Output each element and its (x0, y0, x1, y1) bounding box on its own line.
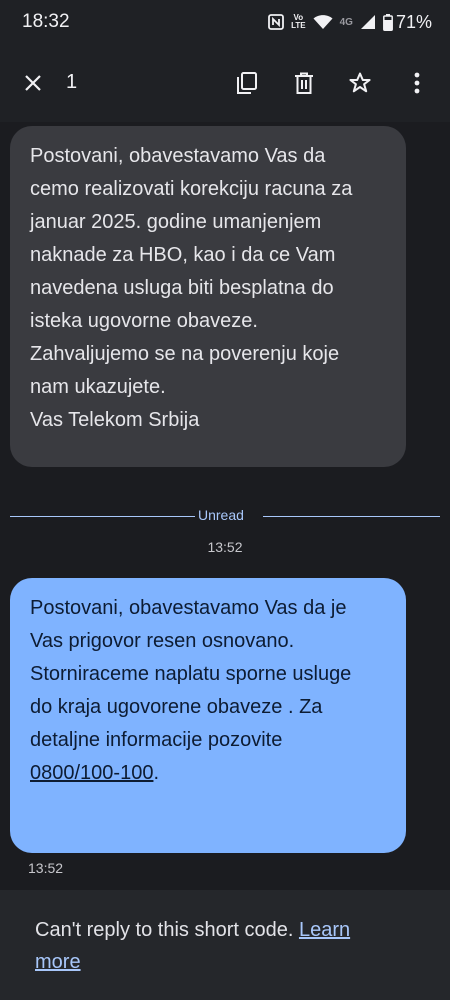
learn-more-link-part1[interactable]: Learn (299, 919, 350, 941)
signal-icon (360, 14, 376, 30)
message-line: cemo realizovati korekciju racuna za (30, 178, 353, 200)
message-line: nam ukazujete. (30, 376, 166, 398)
reply-unavailable-banner: Can't reply to this short code. Learn mo… (0, 890, 450, 1000)
message-line: Postovani, obavestavamo Vas da (30, 145, 326, 167)
divider-line-left (10, 516, 195, 517)
incoming-message-bubble[interactable]: Postovani, obavestavamo Vas da cemo real… (10, 126, 406, 467)
copy-icon[interactable] (232, 68, 262, 98)
message-line: Storniraceme naplatu sporne usluge (30, 663, 352, 685)
message-line: navedena usluga biti besplatna do (30, 277, 334, 299)
message-line-phone: 0800/100-100. (30, 757, 386, 790)
close-icon[interactable] (18, 68, 48, 98)
reply-unavailable-text: Can't reply to this short code. (35, 919, 299, 941)
selection-toolbar: 1 (0, 44, 450, 122)
delete-icon[interactable] (289, 68, 319, 98)
message-timestamp: 13:52 (207, 539, 243, 555)
network-type-label: 4G (339, 16, 353, 28)
message-line: Vas prigovor resen osnovano. (30, 630, 295, 652)
conversation-area[interactable]: Postovani, obavestavamo Vas da cemo real… (0, 122, 450, 890)
learn-more-link-part2[interactable]: more (35, 951, 81, 973)
message-line: detaljne informacije pozovite (30, 729, 283, 751)
wifi-icon (313, 14, 333, 30)
status-icons: Vo LTE 4G 71% (268, 12, 432, 32)
star-icon[interactable] (345, 68, 375, 98)
divider-line-right (263, 516, 440, 517)
selected-message-bubble[interactable]: Postovani, obavestavamo Vas da je Vas pr… (10, 578, 406, 853)
more-vert-icon[interactable] (402, 68, 432, 98)
message-line: naknade za HBO, kao i da ce Vam (30, 244, 336, 266)
battery-icon (383, 13, 393, 31)
message-line: isteka ugovorne obaveze. (30, 310, 258, 332)
message-line: Postovani, obavestavamo Vas da je (30, 597, 347, 619)
volte-icon: Vo LTE (291, 14, 306, 30)
unread-label: Unread (198, 507, 244, 523)
status-time: 18:32 (22, 11, 70, 32)
message-line: Vas Telekom Srbija (30, 409, 200, 431)
message-line: januar 2025. godine umanjenjem (30, 211, 322, 233)
volte-bottom-label: LTE (291, 21, 306, 30)
message-line: Zahvaljujemo se na poverenju koje (30, 343, 340, 365)
unread-divider: Unread (10, 507, 440, 525)
selected-count: 1 (66, 71, 78, 93)
status-bar: 18:32 Vo LTE 4G 71% (0, 0, 450, 44)
message-line: do kraja ugovorene obaveze . Za (30, 696, 323, 718)
selected-message-timestamp: 13:52 (28, 860, 64, 876)
nfc-icon (268, 14, 285, 30)
battery-percent: 71% (395, 11, 432, 32)
phone-suffix: . (153, 762, 160, 784)
phone-number-link[interactable]: 0800/100-100 (30, 762, 153, 784)
